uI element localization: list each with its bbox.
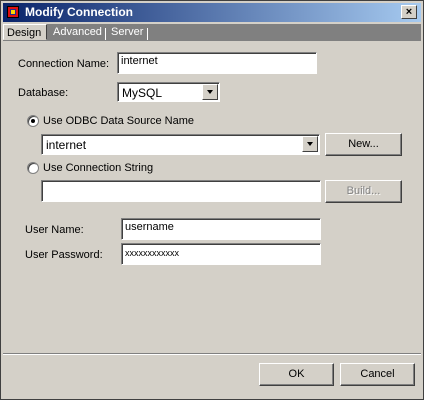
database-label: Database: bbox=[18, 87, 69, 99]
user-password-label: User Password: bbox=[25, 249, 103, 261]
user-name-input[interactable]: username bbox=[121, 218, 321, 240]
database-select-value: MySQL bbox=[122, 86, 163, 100]
footer-divider bbox=[3, 353, 421, 355]
connection-name-label: Connection Name: bbox=[18, 58, 110, 70]
database-select[interactable]: MySQL bbox=[117, 82, 220, 102]
odbc-select[interactable]: internet bbox=[41, 134, 320, 155]
odbc-radio-label[interactable]: Use ODBC Data Source Name bbox=[43, 115, 194, 127]
close-button[interactable]: × bbox=[401, 5, 417, 19]
chevron-down-icon[interactable] bbox=[202, 84, 218, 100]
tab-server[interactable]: Server bbox=[111, 24, 143, 40]
connection-string-input[interactable] bbox=[41, 180, 321, 202]
ok-button[interactable]: OK bbox=[259, 363, 334, 386]
connection-name-input[interactable]: internet bbox=[117, 52, 317, 74]
app-icon bbox=[7, 6, 19, 18]
new-button[interactable]: New... bbox=[325, 133, 402, 156]
modify-connection-dialog: Modify Connection × Design Advanced Serv… bbox=[0, 0, 424, 400]
build-button[interactable]: Build... bbox=[325, 180, 402, 203]
connection-string-radio[interactable] bbox=[27, 162, 39, 174]
dialog-title: Modify Connection bbox=[25, 5, 133, 19]
user-name-label: User Name: bbox=[25, 224, 84, 236]
odbc-radio[interactable] bbox=[27, 115, 39, 127]
chevron-down-icon[interactable] bbox=[302, 136, 318, 152]
tab-advanced[interactable]: Advanced bbox=[53, 24, 102, 40]
user-password-input[interactable]: xxxxxxxxxxxx bbox=[121, 243, 321, 265]
tab-design[interactable]: Design bbox=[3, 24, 47, 40]
title-bar[interactable]: Modify Connection × bbox=[3, 3, 421, 22]
tab-separator bbox=[147, 28, 148, 40]
cancel-button[interactable]: Cancel bbox=[340, 363, 415, 386]
connection-string-radio-label[interactable]: Use Connection String bbox=[43, 162, 153, 174]
odbc-select-value: internet bbox=[46, 138, 87, 152]
tab-separator bbox=[105, 28, 106, 40]
